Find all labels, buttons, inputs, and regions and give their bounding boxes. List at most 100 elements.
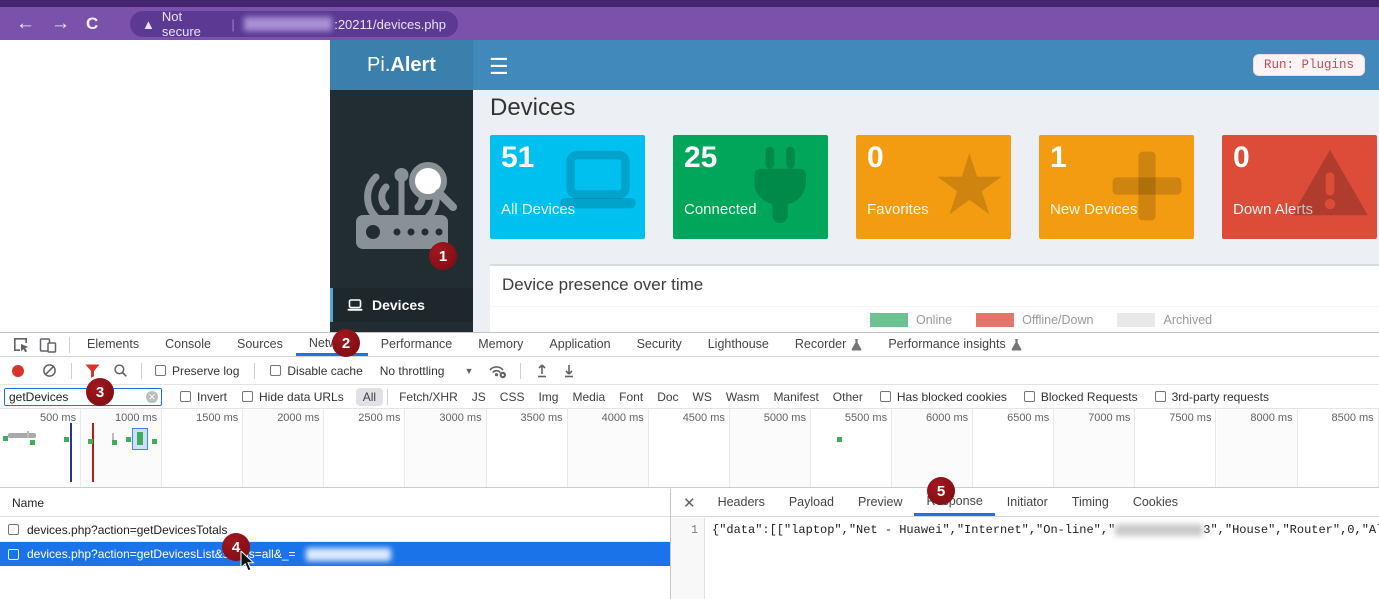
hamburger-menu-icon[interactable]: ☰	[489, 54, 509, 80]
export-har-icon[interactable]	[562, 363, 576, 378]
request-row-selected[interactable]: devices.php?action=getDevicesList&status…	[0, 542, 670, 566]
disable-cache-checkbox[interactable]: Disable cache	[270, 364, 362, 378]
tab-recorder[interactable]: Recorder	[782, 333, 875, 356]
toolbar-separator	[141, 363, 142, 379]
timeline-column: 7000 ms	[1054, 409, 1135, 487]
filter-chip-font[interactable]: Font	[612, 388, 650, 406]
import-har-icon[interactable]	[535, 363, 549, 378]
tab-initiator[interactable]: Initiator	[995, 489, 1060, 516]
legend-swatch-offline	[976, 313, 1014, 327]
tab-memory[interactable]: Memory	[465, 333, 536, 356]
reload-button[interactable]: C	[86, 14, 98, 34]
toolbar-separator	[69, 337, 70, 353]
checkbox[interactable]	[880, 391, 891, 402]
checkbox[interactable]	[242, 391, 253, 402]
tab-security[interactable]: Security	[624, 333, 695, 356]
tab-headers[interactable]: Headers	[706, 489, 777, 516]
toolbar-separator	[71, 363, 72, 379]
invert-checkbox[interactable]: Invert	[180, 390, 227, 404]
card-down-alerts[interactable]: 0 Down Alerts	[1222, 135, 1377, 239]
legend-online: Online	[870, 313, 952, 327]
tab-performance[interactable]: Performance	[368, 333, 466, 356]
checkbox[interactable]	[8, 524, 19, 535]
device-toolbar-icon[interactable]	[39, 337, 57, 353]
waterfall-dot	[152, 439, 157, 444]
filter-chip-wasm[interactable]: Wasm	[719, 388, 767, 406]
waterfall-dot	[30, 440, 35, 445]
filter-chip-doc[interactable]: Doc	[650, 388, 685, 406]
filter-chip-fetch-xhr[interactable]: Fetch/XHR	[392, 388, 465, 406]
filter-chip-js[interactable]: JS	[465, 388, 493, 406]
filter-chip-manifest[interactable]: Manifest	[766, 388, 825, 406]
forward-button[interactable]: →	[51, 13, 70, 35]
tab-application[interactable]: Application	[536, 333, 623, 356]
toolbar-separator	[254, 363, 255, 379]
tab-elements[interactable]: Elements	[74, 333, 152, 356]
tab-sources[interactable]: Sources	[224, 333, 296, 356]
not-secure-label: Not secure	[162, 9, 222, 39]
sidebar-item-devices[interactable]: Devices	[330, 288, 473, 322]
tab-timing[interactable]: Timing	[1060, 489, 1121, 516]
response-body[interactable]: {"data":[["laptop","Net - Huawei","Inter…	[712, 523, 1379, 537]
experiment-flask-icon	[851, 338, 862, 351]
filter-chip-ws[interactable]: WS	[686, 388, 719, 406]
timeline-column: 8500 ms	[1298, 409, 1379, 487]
filter-chip-img[interactable]: Img	[531, 388, 565, 406]
filter-chip-media[interactable]: Media	[565, 388, 612, 406]
checkbox[interactable]	[180, 391, 191, 402]
record-button[interactable]	[12, 365, 24, 377]
waterfall-tick	[112, 433, 114, 440]
has-blocked-cookies-checkbox[interactable]: Has blocked cookies	[880, 390, 1007, 404]
close-icon[interactable]: ✕	[683, 494, 696, 512]
filter-input[interactable]: getDevices ✕	[4, 388, 162, 406]
checkbox[interactable]	[1024, 391, 1035, 402]
panel-divider	[490, 306, 1379, 307]
pialert-logo[interactable]: Pi.Alert	[330, 40, 473, 90]
redacted-response-value	[1115, 524, 1203, 536]
card-favorites[interactable]: 0 Favorites ★	[856, 135, 1011, 239]
inspect-element-icon[interactable]	[12, 336, 29, 353]
blocked-requests-checkbox[interactable]: Blocked Requests	[1024, 390, 1138, 404]
annotation-badge-2: 2	[332, 329, 360, 357]
waterfall-vline	[92, 423, 94, 482]
name-column-header[interactable]: Name	[0, 489, 670, 517]
card-value: 51	[501, 141, 534, 175]
checkbox[interactable]	[1155, 391, 1166, 402]
network-conditions-icon[interactable]	[488, 363, 507, 379]
search-icon[interactable]	[113, 363, 128, 378]
tab-payload[interactable]: Payload	[777, 489, 846, 516]
run-plugins-button[interactable]: Run: Plugins	[1253, 54, 1365, 76]
hide-data-urls-checkbox[interactable]: Hide data URLs	[242, 390, 344, 404]
tab-lighthouse[interactable]: Lighthouse	[695, 333, 782, 356]
presence-panel: Device presence over time Online Offline…	[490, 264, 1379, 332]
filter-chip-css[interactable]: CSS	[493, 388, 532, 406]
filter-chip-other[interactable]: Other	[826, 388, 870, 406]
filter-chip-all[interactable]: All	[356, 388, 383, 406]
checkbox[interactable]	[270, 365, 281, 376]
card-connected[interactable]: 25 Connected	[673, 135, 828, 239]
back-button[interactable]: ←	[16, 13, 35, 35]
not-secure-warning-icon: ▲	[142, 17, 155, 32]
clear-filter-icon[interactable]: ✕	[146, 391, 158, 403]
address-bar[interactable]: ▲ Not secure | :20211/devices.php	[130, 11, 458, 37]
annotation-badge-5: 5	[927, 477, 955, 505]
checkbox[interactable]	[155, 365, 166, 376]
request-detail-panel: ✕ Headers Payload Preview Response Initi…	[671, 489, 1379, 599]
legend-swatch-archived	[1117, 313, 1155, 327]
tab-cookies[interactable]: Cookies	[1121, 489, 1190, 516]
card-new-devices[interactable]: 1 New Devices	[1039, 135, 1194, 239]
network-filter-row: getDevices ✕ Invert Hide data URLs All F…	[0, 385, 1379, 409]
card-all-devices[interactable]: 51 All Devices	[490, 135, 645, 239]
tab-console[interactable]: Console	[152, 333, 224, 356]
request-row[interactable]: devices.php?action=getDevicesTotals	[0, 518, 670, 542]
devtools-tabbar: Elements Console Sources Network Perform…	[0, 333, 1379, 357]
clear-icon[interactable]	[42, 363, 57, 378]
throttling-dropdown[interactable]: No throttling ▼	[380, 364, 474, 378]
third-party-requests-checkbox[interactable]: 3rd-party requests	[1155, 390, 1269, 404]
network-timeline[interactable]: 500 ms1000 ms1500 ms2000 ms2500 ms3000 m…	[0, 409, 1379, 488]
tab-performance-insights[interactable]: Performance insights	[875, 333, 1034, 356]
filter-icon[interactable]	[85, 364, 100, 378]
checkbox[interactable]	[8, 549, 19, 560]
tab-preview[interactable]: Preview	[846, 489, 914, 516]
preserve-log-checkbox[interactable]: Preserve log	[155, 364, 239, 378]
